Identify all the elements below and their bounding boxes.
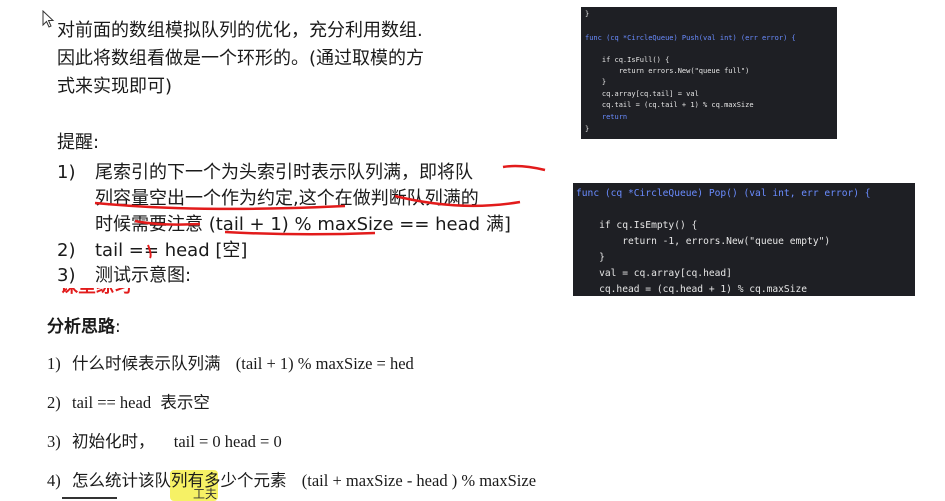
code-pop-line-7: cq.head = (cq.head + 1) % cq.maxSize <box>576 284 808 295</box>
code-push-line-5: if cq.IsFull() { <box>585 56 670 64</box>
code-pop-line-1: func (cq *CircleQueue) Pop() (val int, e… <box>576 188 871 199</box>
annotation-stroke-4 <box>134 219 201 226</box>
analysis-item-1: 1) 什么时候表示队列满 (tail + 1) % maxSize = hed <box>47 352 414 376</box>
code-pop-line-5: } <box>576 252 605 263</box>
analysis-item-1-num: 1) <box>47 354 61 373</box>
analysis-item-3-num: 3) <box>47 432 61 451</box>
code-push-line-10: return <box>585 113 628 121</box>
code-push-line-11: } <box>585 125 590 133</box>
code-push-line-9: cq.tail = (cq.tail + 1) % cq.maxSize <box>585 101 754 109</box>
analysis-item-4-label: 怎么统计该队列有多少个元素 <box>72 471 287 490</box>
code-push-line-6: return errors.New("queue full") <box>585 67 750 75</box>
analysis-item-2: 2) tail == head 表示空 <box>47 391 210 415</box>
analysis-item-2-num: 2) <box>47 393 61 412</box>
code-push-line-7: } <box>585 78 607 86</box>
annotation-stroke-5 <box>224 230 376 236</box>
code-block-push: } func (cq *CircleQueue) Push(val int) (… <box>581 7 837 139</box>
code-pop-line-6: val = cq.array[cq.head] <box>576 268 732 279</box>
analysis-item-4-formula: (tail + maxSize - head ) % maxSize <box>301 471 537 490</box>
handwriting-mark: 工夫 <box>193 487 218 501</box>
analysis-title: 分析思路 <box>47 317 115 337</box>
analysis-item-3: 3) 初始化时， tail = 0 head = 0 <box>47 430 282 454</box>
annotation-stroke-6 <box>147 244 152 259</box>
code-push-line-1: } <box>585 10 590 18</box>
analysis-item-3-formula: tail = 0 head = 0 <box>173 432 282 451</box>
code-pop-line-4: return -1, errors.New("queue empty") <box>576 236 831 247</box>
annotation-stroke-1 <box>502 164 546 172</box>
annotation-stroke-3 <box>394 194 521 208</box>
analysis-item-2-formula: 表示空 <box>160 393 210 412</box>
code-push-line-3: func (cq *CircleQueue) Push(val int) (er… <box>585 34 796 42</box>
code-pop-line-3: if cq.IsEmpty() { <box>576 220 698 231</box>
analysis-item-4: 4) 怎么统计该队列有多少个元素 (tail + maxSize - head … <box>47 469 536 493</box>
analysis-item-1-label: 什么时候表示队列满 <box>72 354 221 373</box>
annotation-stroke-2 <box>94 201 346 211</box>
analysis-title-wrap: 分析思路: <box>47 315 121 339</box>
analysis-item-2-label: tail == head <box>72 393 152 412</box>
code-push-line-8: cq.array[cq.tail] = val <box>585 90 699 98</box>
analysis-item-1-formula: (tail + 1) % maxSize = hed <box>235 354 414 373</box>
code-block-pop: func (cq *CircleQueue) Pop() (val int, e… <box>573 183 915 296</box>
analysis-item-3-label: 初始化时， <box>72 432 155 451</box>
analysis-title-colon: : <box>115 317 121 337</box>
analysis-item-4-num: 4) <box>47 471 61 490</box>
bottom-divider <box>62 497 117 499</box>
